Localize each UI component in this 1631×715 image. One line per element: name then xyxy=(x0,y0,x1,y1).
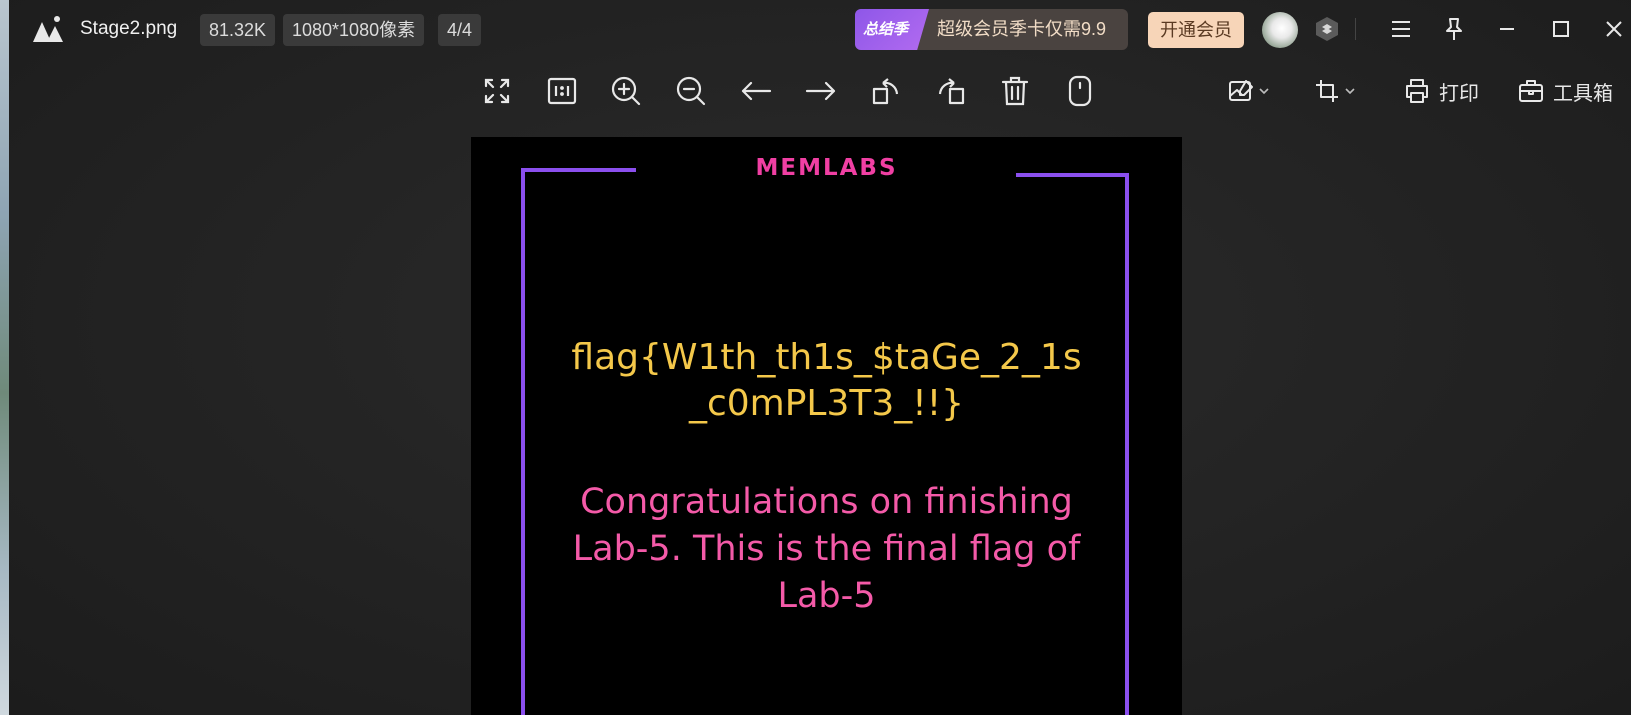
promo-banner[interactable]: 总结季 超级会员季卡仅需9.9 xyxy=(855,9,1128,50)
title-bar: Stage2.png 81.32K 1080*1080像素 4/4 总结季 超级… xyxy=(9,0,1631,58)
image-edit-icon xyxy=(1227,77,1255,105)
close-icon[interactable] xyxy=(1600,15,1628,43)
image-brand-text: MEMLABS xyxy=(755,155,898,181)
toolbox-label: 工具箱 xyxy=(1553,82,1613,105)
mouse-icon[interactable] xyxy=(1063,74,1097,108)
displayed-image[interactable]: MEMLABS flag{W1th_th1s_$taGe_2_1s_c0mPL3… xyxy=(471,137,1182,715)
crop-dropdown[interactable] xyxy=(1313,75,1357,107)
print-label: 打印 xyxy=(1439,82,1479,105)
frame-right-border xyxy=(1125,173,1129,715)
menu-icon[interactable] xyxy=(1387,15,1415,43)
promo-tag: 总结季 xyxy=(855,9,929,50)
frame-left-border xyxy=(521,168,525,715)
promo-text: 超级会员季卡仅需9.9 xyxy=(937,19,1107,39)
rotate-right-icon[interactable] xyxy=(934,74,968,108)
toolbox-icon xyxy=(1517,77,1545,105)
chevron-down-icon xyxy=(1343,84,1357,98)
page-counter-badge: 4/4 xyxy=(438,14,482,46)
rotate-left-icon[interactable] xyxy=(869,74,903,108)
title-separator xyxy=(1355,18,1356,40)
actual-size-icon[interactable] xyxy=(545,74,579,108)
skin-icon[interactable] xyxy=(1314,16,1340,42)
zoom-in-icon[interactable] xyxy=(609,74,643,108)
delete-icon[interactable] xyxy=(998,74,1032,108)
image-message-text: Congratulations on finishing Lab-5. This… xyxy=(572,482,1081,616)
minimize-icon[interactable] xyxy=(1493,15,1521,43)
zoom-out-icon[interactable] xyxy=(674,74,708,108)
print-button[interactable]: 打印 xyxy=(1403,75,1479,107)
chevron-down-icon xyxy=(1257,84,1271,98)
fit-screen-icon[interactable] xyxy=(480,74,514,108)
file-size-badge: 81.32K xyxy=(200,14,276,46)
next-icon[interactable] xyxy=(804,74,838,108)
dimensions-badge: 1080*1080像素 xyxy=(283,14,425,46)
open-vip-button[interactable]: 开通会员 xyxy=(1148,12,1244,48)
image-flag-text: flag{W1th_th1s_$taGe_2_1s_c0mPL3T3_!!} xyxy=(571,337,1082,424)
file-name: Stage2.png xyxy=(80,18,178,39)
previous-icon[interactable] xyxy=(739,74,773,108)
toolbox-button[interactable]: 工具箱 xyxy=(1517,75,1613,107)
maximize-icon[interactable] xyxy=(1547,15,1575,43)
pin-icon[interactable] xyxy=(1440,15,1468,43)
edit-image-dropdown[interactable] xyxy=(1227,75,1271,107)
desktop-background-strip xyxy=(0,0,9,715)
image-viewer-window: Stage2.png 81.32K 1080*1080像素 4/4 总结季 超级… xyxy=(9,0,1631,715)
printer-icon xyxy=(1403,77,1431,105)
crop-icon xyxy=(1313,77,1341,105)
avatar[interactable] xyxy=(1262,12,1298,48)
app-logo-icon xyxy=(31,14,67,44)
